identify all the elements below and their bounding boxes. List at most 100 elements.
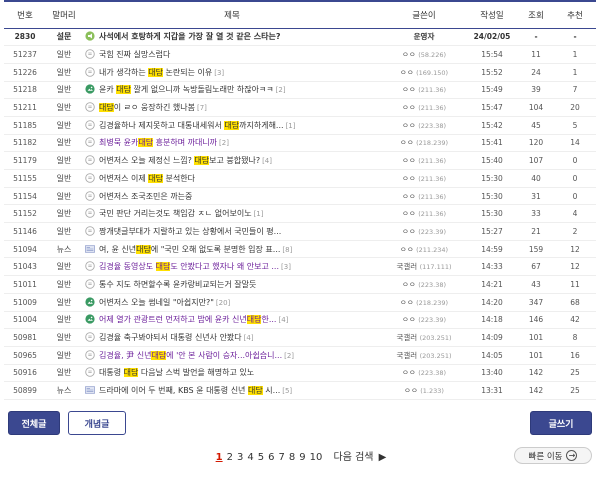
- page-link[interactable]: 6: [268, 452, 274, 463]
- post-writer[interactable]: ㅇㅇ (223.39): [382, 311, 466, 329]
- post-subject[interactable]: 어제 열가 관광트런 먼저하고 밥에 윤카 신년대담한... [4]: [82, 311, 382, 329]
- table-row[interactable]: 50981 일반 김경율 축구봐야되서 대통령 신년사 안봤다 [4] 국갤러 (203…: [4, 329, 596, 347]
- post-title-link[interactable]: 윤카 대담 깔게 없으니까 녹방돌림노래만 하잖아ㅋㅋ: [99, 85, 274, 95]
- comment-count[interactable]: [1]: [286, 122, 296, 130]
- post-title-link[interactable]: 어제 열가 관광트런 먼저하고 밥에 윤카 신년대담한...: [99, 315, 276, 325]
- post-subject[interactable]: 김경율 동영상도 대담도 안봤다고 했자나 왜 안보고 ... [3]: [82, 258, 382, 276]
- post-subject[interactable]: 드라마에 이어 두 번째, KBS 윤 대통령 신년 대담 시... [5]: [82, 382, 382, 400]
- post-writer[interactable]: ㅇㅇ (211.36): [382, 170, 466, 188]
- comment-count[interactable]: [3]: [214, 69, 224, 77]
- post-subject[interactable]: 대담이 ㄹㅇ 웅장하긴 했나봄 [7]: [82, 99, 382, 117]
- post-title-link[interactable]: 국민 판단 거리는것도 책임감 ㅈㄴ 없어보이노: [99, 209, 252, 218]
- post-title-link[interactable]: 어변저스 오늘 썸네일 "아쉽지만?": [99, 298, 214, 307]
- page-link[interactable]: 3: [237, 452, 243, 463]
- post-subject[interactable]: 김경율, 尹 신년대담에 '안 본 사람이 승자...아쉽습니... [2]: [82, 346, 382, 364]
- post-title-link[interactable]: 사석에서 호탕하게 지갑을 가장 잘 열 것 같은 스타는?: [99, 32, 280, 41]
- table-row[interactable]: 51226 일반 내가 생각하는 대담 논란되는 이유 [3] ㅇㅇ (169.150)…: [4, 63, 596, 82]
- table-row[interactable]: 50916 일반 대통령 대담 다음날 스벅 발언을 해명하고 있노 ㅇㅇ (223.…: [4, 364, 596, 382]
- post-writer[interactable]: 국갤러 (117.111): [382, 258, 466, 276]
- comment-count[interactable]: [1]: [254, 210, 264, 218]
- post-subject[interactable]: 어변저스 조국조민은 까는중: [82, 187, 382, 205]
- page-link[interactable]: 7: [278, 452, 284, 463]
- post-writer[interactable]: ㅇㅇ (211.36): [382, 81, 466, 99]
- post-title-link[interactable]: 어변저스 조국조민은 까는중: [99, 192, 192, 201]
- table-row[interactable]: 51211 일반 대담이 ㄹㅇ 웅장하긴 했나봄 [7] ㅇㅇ (211.36) 15:4…: [4, 99, 596, 117]
- comment-count[interactable]: [20]: [216, 299, 230, 307]
- post-title-link[interactable]: 어변저스 오늘 제정신 느낌? 대담보고 붕합됐나?: [99, 156, 260, 166]
- post-writer[interactable]: ㅇㅇ (218.239): [382, 134, 466, 152]
- table-row[interactable]: 51185 일반 김경율하나 제지못하고 대통내세워서 대담까지하게해... [1] ㅇ…: [4, 116, 596, 135]
- post-title-link[interactable]: 김경율하나 제지못하고 대통내세워서 대담까지하게해...: [99, 120, 284, 130]
- page-link[interactable]: 9: [299, 452, 305, 463]
- table-row[interactable]: 51146 일반 짱개댓글부대가 지랄하고 있는 상황에서 국민들이 평... ㅇㅇ …: [4, 223, 596, 241]
- table-row[interactable]: 51043 일반 김경율 동영상도 대담도 안봤다고 했자나 왜 안보고 ... [3…: [4, 258, 596, 276]
- table-row[interactable]: 51154 일반 어변저스 조국조민은 까는중 ㅇㅇ (211.36) 15:30 31 0: [4, 187, 596, 205]
- comment-count[interactable]: [8]: [282, 246, 292, 254]
- post-writer[interactable]: ㅇㅇ (223.39): [382, 223, 466, 241]
- next-search-link[interactable]: 다음 검색 ▶: [332, 452, 387, 463]
- post-title-link[interactable]: 대담이 ㄹㅇ 웅장하긴 했나봄: [99, 103, 195, 113]
- comment-count[interactable]: [5]: [282, 387, 292, 395]
- post-subject[interactable]: 내가 생각하는 대담 논란되는 이유 [3]: [82, 63, 382, 81]
- post-title-link[interactable]: 최병묵 윤카대담 흥분하며 까대니까: [99, 138, 217, 148]
- post-writer[interactable]: ㅇㅇ (223.38): [382, 364, 466, 382]
- post-subject[interactable]: 어변저스 이제 대담 분석한다: [82, 170, 382, 188]
- post-subject[interactable]: 짱개댓글부대가 지랄하고 있는 상황에서 국민들이 평...: [82, 223, 382, 241]
- post-writer[interactable]: ㅇㅇ (218.239): [382, 293, 466, 311]
- page-link[interactable]: 10: [310, 452, 323, 463]
- post-writer[interactable]: 국갤러 (203.251): [382, 329, 466, 347]
- all-posts-button[interactable]: 전체글: [8, 411, 60, 435]
- post-subject[interactable]: 대통령 대담 다음날 스벅 발언을 해명하고 있노: [82, 364, 382, 382]
- table-row[interactable]: 51011 일반 통수 지도 하면할수록 윤카랑비교되는거 잘말듯 ㅇㅇ (223.3…: [4, 276, 596, 294]
- table-row[interactable]: 51179 일반 어변저스 오늘 제정신 느낌? 대담보고 붕합됐나? [4] ㅇㅇ (…: [4, 152, 596, 170]
- table-row[interactable]: 51237 일반 국힘 진짜 실망스럽다 ㅇㅇ (58.226) 15:54 11 1: [4, 46, 596, 64]
- post-writer[interactable]: ㅇㅇ (58.226): [382, 46, 466, 64]
- post-subject[interactable]: 최병묵 윤카대담 흥분하며 까대니까 [2]: [82, 134, 382, 152]
- post-title-link[interactable]: 여, 윤 신년대담에 "국민 오해 없도록 분명한 입장 표...: [99, 244, 280, 254]
- recommended-posts-button[interactable]: 개념글: [68, 411, 126, 435]
- table-row[interactable]: 51155 일반 어변저스 이제 대담 분석한다 ㅇㅇ (211.36) 15:30 40…: [4, 170, 596, 188]
- post-title-link[interactable]: 대통령 대담 다음날 스벅 발언을 해명하고 있노: [99, 368, 254, 378]
- table-row[interactable]: 51182 일반 최병묵 윤카대담 흥분하며 까대니까 [2] ㅇㅇ (218.239)…: [4, 134, 596, 152]
- comment-count[interactable]: [7]: [197, 104, 207, 112]
- comment-count[interactable]: [4]: [244, 334, 254, 342]
- table-row[interactable]: 50899 뉴스 드라마에 이어 두 번째, KBS 윤 대통령 신년 대담 시..…: [4, 382, 596, 400]
- post-writer[interactable]: ㅇㅇ (211.36): [382, 152, 466, 170]
- col-head-header[interactable]: 말머리: [46, 1, 82, 28]
- table-row[interactable]: 50965 일반 김경율, 尹 신년대담에 '안 본 사람이 승자...아쉽습니..…: [4, 346, 596, 365]
- comment-count[interactable]: [2]: [219, 139, 229, 147]
- page-link[interactable]: 5: [258, 452, 264, 463]
- post-title-link[interactable]: 통수 지도 하면할수록 윤카랑비교되는거 잘말듯: [99, 280, 256, 289]
- post-title-link[interactable]: 김경율 동영상도 대담도 안봤다고 했자나 왜 안보고 ...: [99, 262, 279, 272]
- post-subject[interactable]: 김경율하나 제지못하고 대통내세워서 대담까지하게해... [1]: [82, 116, 382, 134]
- comment-count[interactable]: [3]: [281, 263, 291, 271]
- table-row[interactable]: 51094 뉴스 여, 윤 신년대담에 "국민 오해 없도록 분명한 입장 표...…: [4, 240, 596, 258]
- post-writer[interactable]: 운영자: [382, 28, 466, 46]
- post-writer[interactable]: ㅇㅇ (1.233): [382, 382, 466, 400]
- post-title-link[interactable]: 내가 생각하는 대담 논란되는 이유: [99, 67, 212, 77]
- post-writer[interactable]: ㅇㅇ (211.36): [382, 99, 466, 117]
- post-title-link[interactable]: 국힘 진짜 실망스럽다: [99, 50, 170, 59]
- write-button[interactable]: 글쓰기: [530, 411, 592, 435]
- post-title-link[interactable]: 김경율 축구봐야되서 대통령 신년사 안봤다: [99, 333, 242, 342]
- table-row[interactable]: 2830 설문 사석에서 호탕하게 지갑을 가장 잘 열 것 같은 스타는? 운영자 2…: [4, 28, 596, 46]
- post-subject[interactable]: 어변저스 오늘 제정신 느낌? 대담보고 붕합됐나? [4]: [82, 152, 382, 170]
- comment-count[interactable]: [4]: [262, 157, 272, 165]
- table-row[interactable]: 51009 일반 어변저스 오늘 썸네일 "아쉽지만?" [20] ㅇㅇ (218.23…: [4, 293, 596, 311]
- post-writer[interactable]: ㅇㅇ (211.36): [382, 205, 466, 223]
- comment-count[interactable]: [2]: [276, 86, 286, 94]
- post-subject[interactable]: 여, 윤 신년대담에 "국민 오해 없도록 분명한 입장 표... [8]: [82, 240, 382, 258]
- comment-count[interactable]: [4]: [278, 316, 288, 324]
- post-subject[interactable]: 국민 판단 거리는것도 책임감 ㅈㄴ 없어보이노 [1]: [82, 205, 382, 223]
- table-row[interactable]: 51004 일반 어제 열가 관광트런 먼저하고 밥에 윤카 신년대담한... [4]…: [4, 311, 596, 329]
- post-subject[interactable]: 윤카 대담 깔게 없으니까 녹방돌림노래만 하잖아ㅋㅋ [2]: [82, 81, 382, 99]
- page-link[interactable]: 2: [227, 452, 233, 463]
- post-subject[interactable]: 김경율 축구봐야되서 대통령 신년사 안봤다 [4]: [82, 329, 382, 347]
- post-subject[interactable]: 국힘 진짜 실망스럽다: [82, 46, 382, 64]
- page-link[interactable]: 8: [289, 452, 295, 463]
- table-row[interactable]: 51152 일반 국민 판단 거리는것도 책임감 ㅈㄴ 없어보이노 [1] ㅇㅇ (21…: [4, 205, 596, 223]
- page-link[interactable]: 4: [247, 452, 253, 463]
- post-writer[interactable]: ㅇㅇ (223.38): [382, 276, 466, 294]
- post-title-link[interactable]: 짱개댓글부대가 지랄하고 있는 상황에서 국민들이 평...: [99, 227, 281, 236]
- comment-count[interactable]: [2]: [284, 352, 294, 360]
